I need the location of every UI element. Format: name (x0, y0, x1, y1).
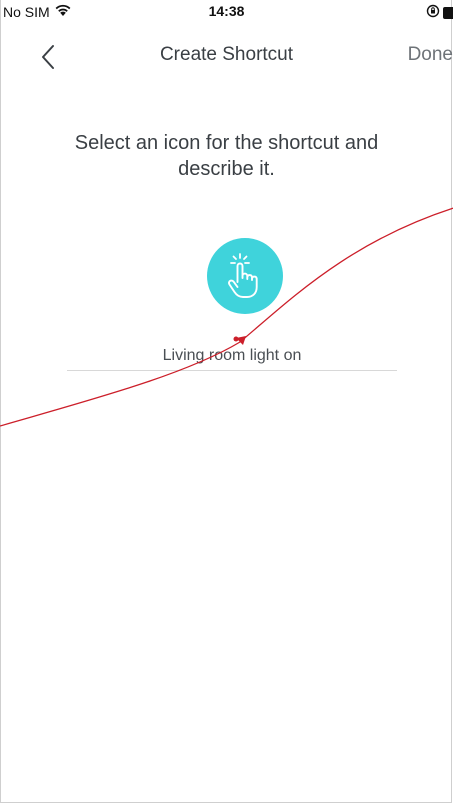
shortcut-icon-picker[interactable] (207, 238, 283, 314)
orientation-lock-icon (426, 4, 440, 21)
instruction-text: Select an icon for the shortcut and desc… (74, 132, 379, 180)
status-time: 14:38 (208, 3, 245, 19)
status-right-group (426, 4, 453, 21)
screen-frame (0, 0, 452, 803)
done-button[interactable]: Done (408, 44, 453, 66)
battery-icon (443, 6, 453, 19)
page-title: Create Shortcut (159, 44, 294, 65)
nav-bar: Create Shortcut Done (0, 34, 453, 78)
status-bar: No SIM 14:38 (0, 0, 453, 22)
tap-hand-icon (228, 253, 258, 298)
shortcut-description-input[interactable] (67, 342, 397, 371)
